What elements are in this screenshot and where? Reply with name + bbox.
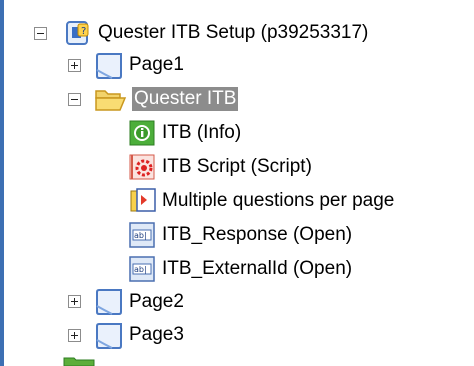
text-field-icon: ab| <box>129 256 155 282</box>
svg-text:?: ? <box>81 26 86 37</box>
script-gear-icon <box>129 154 155 180</box>
survey-tree: ? Quester ITB Setup (p39253317) Page1 Qu… <box>0 0 474 366</box>
tree-node-root[interactable]: Quester ITB Setup (p39253317) <box>96 16 370 50</box>
folder-icon <box>63 357 95 366</box>
quester-itb-collapse-toggle[interactable] <box>68 93 81 106</box>
svg-text:ab|: ab| <box>134 265 147 274</box>
multiple-questions-label: Multiple questions per page <box>162 190 395 211</box>
itb-script-label: ITB Script (Script) <box>162 156 312 177</box>
quester-itb-label: Quester ITB <box>132 87 239 111</box>
page1-label: Page1 <box>129 54 184 75</box>
tree-node-itb-response[interactable]: ITB_Response (Open) <box>160 218 354 252</box>
tree-node-page3[interactable]: Page3 <box>127 318 186 352</box>
page-icon <box>96 289 122 315</box>
tree-node-itb-info[interactable]: ITB (Info) <box>160 116 243 150</box>
setup-page-icon: ? <box>66 21 89 45</box>
tree-node-page1[interactable]: Page1 <box>127 48 186 82</box>
page1-expand-toggle[interactable] <box>68 59 81 72</box>
page-icon <box>96 53 122 79</box>
page-icon <box>96 323 122 349</box>
itb-info-label: ITB (Info) <box>162 122 242 143</box>
multi-question-icon <box>130 188 156 212</box>
itb-externalid-label: ITB_ExternalId (Open) <box>162 258 353 279</box>
page3-expand-toggle[interactable] <box>68 329 81 342</box>
page3-label: Page3 <box>129 324 184 345</box>
tree-node-multiple-questions[interactable]: Multiple questions per page <box>160 184 396 218</box>
tree-node-quester-itb[interactable]: Quester ITB <box>132 82 239 116</box>
itb-response-label: ITB_Response (Open) <box>162 224 353 245</box>
tree-node-itb-script[interactable]: ITB Script (Script) <box>160 150 314 184</box>
text-field-icon: ab| <box>129 222 155 248</box>
tree-node-page2[interactable]: Page2 <box>127 285 186 319</box>
tree-node-itb-externalid[interactable]: ITB_ExternalId (Open) <box>160 252 354 286</box>
page2-expand-toggle[interactable] <box>68 295 81 308</box>
root-label: Quester ITB Setup (p39253317) <box>98 22 369 43</box>
page2-label: Page2 <box>129 291 184 312</box>
svg-text:ab|: ab| <box>134 231 147 240</box>
info-icon <box>129 120 155 146</box>
open-folder-icon <box>95 90 127 111</box>
root-collapse-toggle[interactable] <box>34 27 47 40</box>
